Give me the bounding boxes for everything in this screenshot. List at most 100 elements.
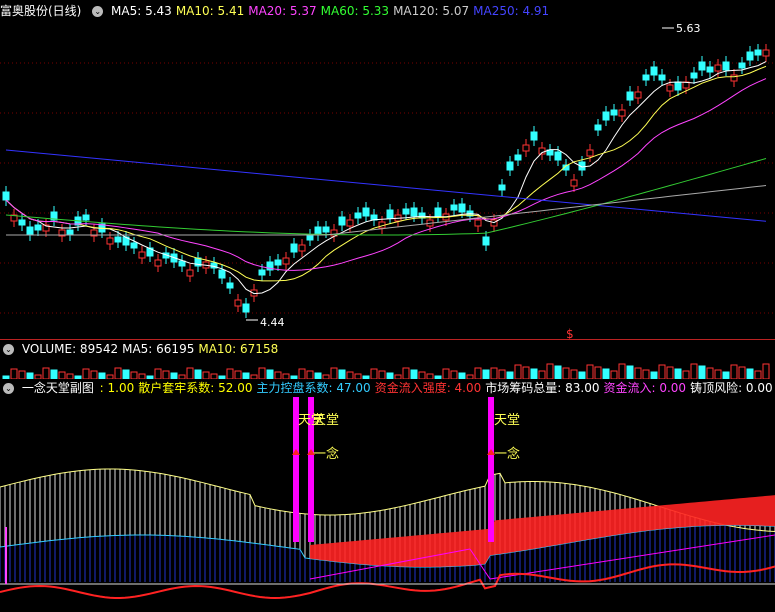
sub-indicator-list: : 1.00 散户套牢系数: 52.00 主力控盘系数: 47.00 资金流入强度: … <box>100 381 775 395</box>
volume-bar <box>522 366 530 379</box>
candle-body <box>506 161 514 171</box>
volume-bar <box>338 369 346 379</box>
price-chart[interactable]: 5.634.44$ <box>0 20 775 340</box>
candle-body <box>738 62 746 69</box>
volume-bar <box>410 369 418 379</box>
volume-bar <box>618 363 626 379</box>
risk-line <box>0 563 775 600</box>
volume-bar <box>698 365 706 379</box>
volume-bar <box>130 371 138 379</box>
candle-body <box>642 74 650 81</box>
volume-bar <box>730 364 738 379</box>
candle-body <box>186 269 194 277</box>
candle-body <box>762 49 770 57</box>
candle-body <box>114 236 122 243</box>
candle-body <box>514 154 522 161</box>
indicator-settings-icon[interactable]: ⌄ <box>92 6 104 17</box>
candle-body <box>626 91 634 101</box>
volume-bar <box>122 369 130 379</box>
candle-body <box>34 224 42 231</box>
ma250-line <box>5 149 767 222</box>
candle-body <box>290 243 298 253</box>
ma-indicator-list: MA5: 5.43 MA10: 5.41 MA20: 5.37 MA60: 5.33 M… <box>111 4 553 18</box>
sub-indicator-item: : 1.00 <box>99 381 135 395</box>
candle-body <box>242 303 250 313</box>
candle-body <box>354 212 362 219</box>
candle-body <box>714 64 722 72</box>
volume-bar <box>634 367 642 379</box>
candle-body <box>594 124 602 131</box>
low-price-label: 4.44 <box>260 316 285 329</box>
volume-bar <box>714 369 722 379</box>
volume-bar <box>274 371 282 379</box>
volume-bar <box>722 371 730 379</box>
volume-bar <box>10 368 18 379</box>
volume-bar <box>706 367 714 379</box>
candle-body <box>226 282 234 289</box>
candle-body <box>602 111 610 121</box>
candle-body <box>298 244 306 252</box>
high-price-label: 5.63 <box>676 22 701 35</box>
candle-body <box>522 144 530 152</box>
ma-indicator-item: MA5: 5.43 <box>111 4 172 18</box>
main-chart-header: 富奥股份(日线) ⌄ MA5: 5.43 MA10: 5.41 MA20: 5.37… <box>0 2 775 20</box>
volume-bar <box>586 364 594 379</box>
volume-bar <box>546 363 554 379</box>
candle-body <box>658 74 666 81</box>
volume-bar <box>682 370 690 379</box>
volume-bar <box>570 369 578 379</box>
candle-body <box>554 151 562 161</box>
candle-body <box>746 51 754 61</box>
volume-bar <box>690 363 698 379</box>
volume-bar <box>506 371 514 379</box>
candle-body <box>722 61 730 71</box>
volume-bar <box>90 370 98 379</box>
sub-indicator-item: 资金流入强度: 4.00 <box>374 381 482 395</box>
volume-bar <box>162 370 170 379</box>
volume-bar <box>346 371 354 379</box>
candle-body <box>482 236 490 246</box>
sub-indicator-chart[interactable]: 天堂天堂一念天堂一念 <box>0 397 775 612</box>
stock-title: 富奥股份(日线) <box>0 4 82 18</box>
candle-body <box>618 109 626 117</box>
candle-body <box>26 226 34 236</box>
volume-bar <box>442 368 450 379</box>
volume-bar <box>578 371 586 379</box>
ma-indicator-item: MA10: 5.41 <box>175 4 245 18</box>
candle-body <box>690 72 698 79</box>
volume-bar <box>58 371 66 379</box>
volume-bar <box>418 371 426 379</box>
candle-body <box>634 91 642 99</box>
volume-bar <box>642 369 650 379</box>
volume-bar <box>674 368 682 379</box>
volume-settings-icon[interactable]: ⌄ <box>3 344 14 355</box>
candle-body <box>498 184 506 191</box>
volume-bar <box>490 367 498 379</box>
volume-bar <box>330 367 338 379</box>
candle-body <box>322 226 330 233</box>
signal-yinian-label: 一念 <box>313 446 339 462</box>
candle-body <box>666 84 674 92</box>
volume-bar <box>18 370 26 379</box>
candle-body <box>610 109 618 116</box>
volume-indicator-item: MA10: 67158 <box>198 342 279 356</box>
signal-yinian-label: 一念 <box>494 446 520 462</box>
volume-bar <box>594 366 602 379</box>
volume-bar <box>562 367 570 379</box>
volume-indicator-item: MA5: 66195 <box>122 342 195 356</box>
candle-body <box>458 203 466 213</box>
sub-indicator-settings-icon[interactable]: ⌄ <box>3 383 14 394</box>
volume-header: ⌄ VOLUME: 89542 MA5: 66195 MA10: 67158 <box>0 340 775 358</box>
signal-tiantang-label: 天堂 <box>313 413 339 428</box>
volume-bar <box>202 371 210 379</box>
volume-chart[interactable] <box>0 357 775 379</box>
candle-body <box>586 149 594 157</box>
candle-body <box>402 208 410 215</box>
candle-body <box>130 242 138 249</box>
volume-bar <box>82 368 90 379</box>
volume-bar <box>50 369 58 379</box>
volume-indicator-item: VOLUME: 89542 <box>21 342 119 356</box>
ma-indicator-item: MA60: 5.33 <box>320 4 390 18</box>
candle-body <box>82 214 90 221</box>
candle-body <box>362 207 370 217</box>
